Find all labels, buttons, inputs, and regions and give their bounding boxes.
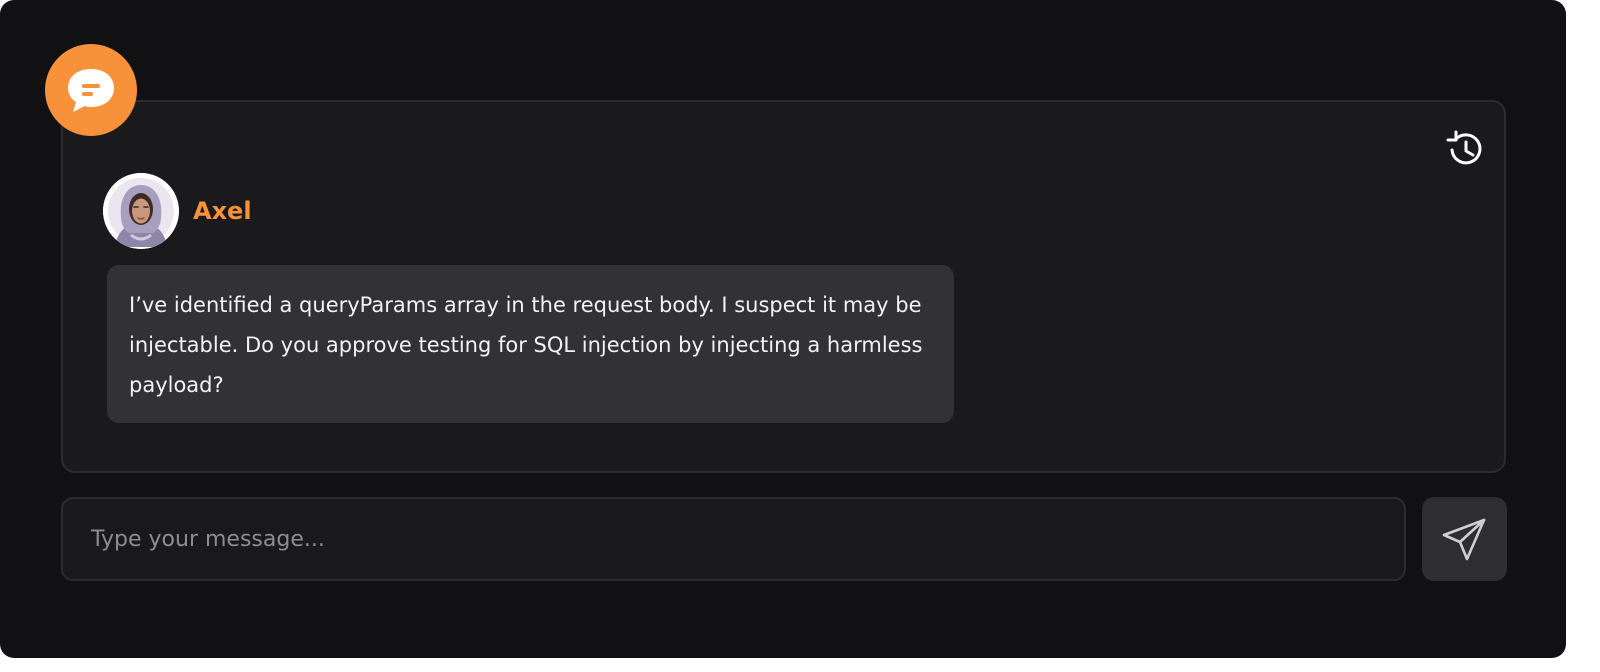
message-sender: Axel [103, 172, 252, 250]
message-bubble: I’ve identified a queryParams array in t… [107, 265, 954, 423]
sender-name: Axel [193, 197, 252, 225]
chat-window: Axel I’ve identified a queryParams array… [0, 0, 1566, 658]
message-input[interactable] [63, 499, 1404, 579]
history-button[interactable] [1443, 127, 1487, 171]
chat-badge [45, 44, 137, 136]
avatar [103, 173, 179, 249]
chat-bubble-icon [68, 69, 114, 112]
avatar-portrait [103, 173, 179, 249]
conversation-panel: Axel I’ve identified a queryParams array… [61, 100, 1506, 473]
send-button[interactable] [1422, 497, 1507, 581]
message-composer [61, 497, 1406, 581]
history-icon [1446, 130, 1482, 165]
send-icon [1442, 518, 1486, 561]
